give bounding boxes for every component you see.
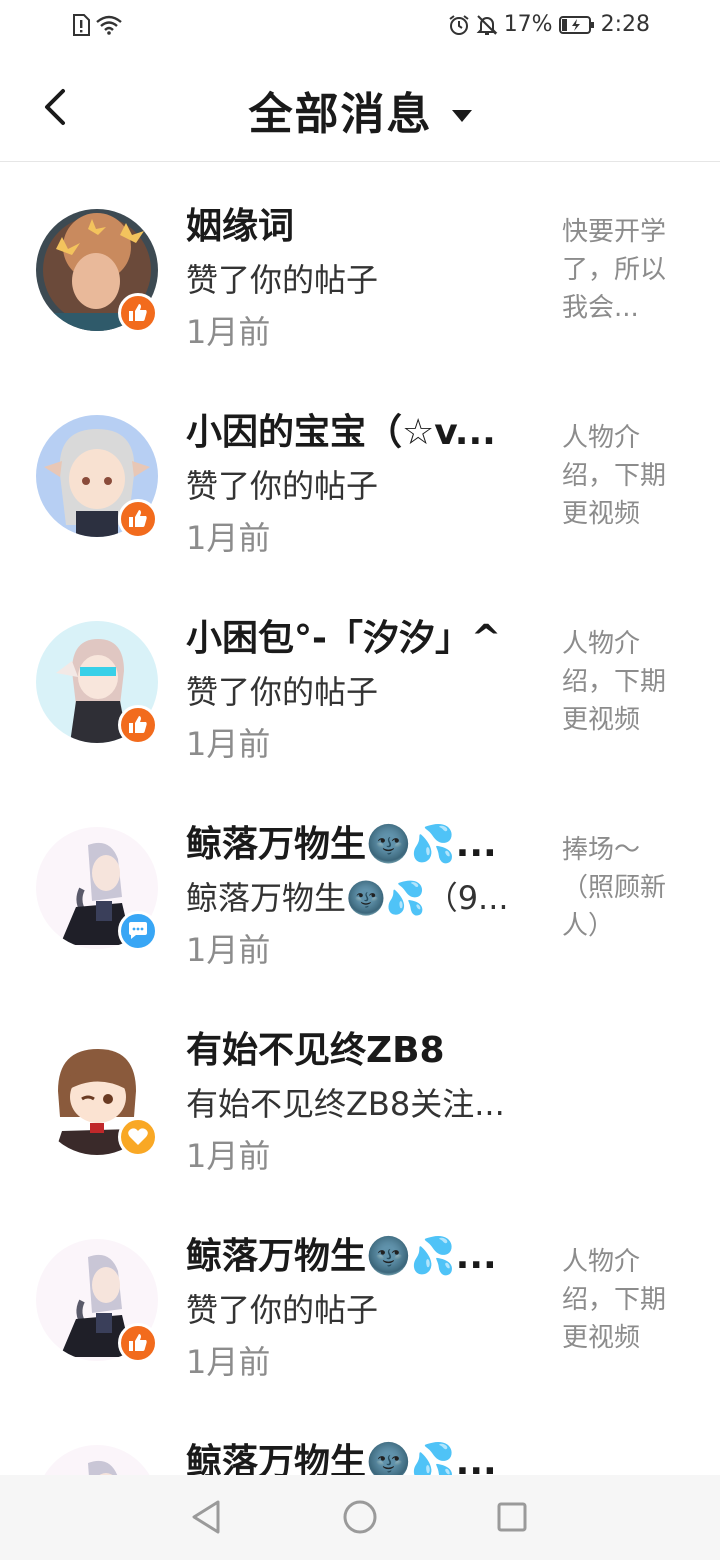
message-item[interactable]: 小因的宝宝（☆v... 赞了你的帖子 1月前 人物介绍，下期更视频: [0, 369, 720, 575]
timestamp: 1月前: [186, 1343, 271, 1381]
status-bar: 17% 2:28: [0, 0, 720, 56]
comment-badge: [118, 911, 158, 951]
timestamp: 1月前: [186, 725, 271, 763]
post-preview[interactable]: 人物介绍，下期更视频: [562, 625, 686, 739]
battery-percent: 17%: [503, 12, 553, 37]
title-dropdown[interactable]: 全部消息: [0, 78, 720, 142]
wifi-icon: [96, 15, 122, 35]
chat-bubble-icon: [129, 922, 147, 939]
mute-bell-icon: [476, 14, 498, 36]
like-badge: [118, 705, 158, 745]
sender-name: 小困包°-「汐汐」^: [186, 618, 502, 659]
sender-name: 鲸落万物生🌚💦...: [186, 1442, 497, 1475]
avatar[interactable]: [36, 1445, 158, 1475]
timestamp: 1月前: [186, 1137, 271, 1175]
battery-charging-icon: [558, 15, 595, 35]
action-text: 赞了你的帖子: [186, 673, 379, 711]
post-preview[interactable]: 人物介绍，下期更视频: [562, 419, 686, 533]
sender-name: 姻缘词: [186, 206, 295, 247]
thumbs-up-icon: [129, 1334, 147, 1351]
post-preview[interactable]: 人物介绍，下期更视频: [562, 1243, 686, 1357]
like-badge: [118, 499, 158, 539]
sender-name: 有始不见终ZB8: [186, 1030, 445, 1071]
post-preview[interactable]: 快要开学了，所以我会...: [562, 213, 686, 327]
back-triangle-icon: [192, 1500, 220, 1534]
action-text: 赞了你的帖子: [186, 467, 379, 505]
action-text: 鲸落万物生🌚💦（9...: [186, 879, 509, 917]
system-nav-bar: [0, 1475, 720, 1560]
message-item[interactable]: 鲸落万物生🌚💦... 赞了你的帖子 1月前 人物介绍，下期更视频: [0, 1193, 720, 1399]
status-left: [72, 14, 122, 36]
heart-icon: [128, 1128, 148, 1145]
clock: 2:28: [600, 12, 650, 37]
like-badge: [118, 293, 158, 333]
timestamp: 1月前: [186, 519, 271, 557]
nav-home-button[interactable]: [340, 1497, 380, 1537]
thumbs-up-icon: [129, 304, 147, 321]
message-list: 姻缘词 赞了你的帖子 1月前 快要开学了，所以我会... 小因的宝宝（☆v...…: [0, 163, 720, 1475]
sender-name: 鲸落万物生🌚💦...: [186, 1236, 497, 1277]
sender-name: 小因的宝宝（☆v...: [186, 412, 496, 453]
action-text: 有始不见终ZB8关注...: [186, 1085, 505, 1123]
nav-back-button[interactable]: [186, 1497, 226, 1537]
thumbs-up-icon: [129, 510, 147, 527]
message-item[interactable]: 姻缘词 赞了你的帖子 1月前 快要开学了，所以我会...: [0, 163, 720, 369]
timestamp: 1月前: [186, 931, 271, 969]
message-item[interactable]: 有始不见终ZB8 有始不见终ZB8关注... 1月前: [0, 987, 720, 1193]
triangle-down-icon: [451, 109, 472, 128]
message-item[interactable]: 鲸落万物生🌚💦... 鲸落万物生🌚💦（9... 1月前 捧场～（照顾新人）: [0, 781, 720, 987]
action-text: 赞了你的帖子: [186, 1291, 379, 1329]
sender-name: 鲸落万物生🌚💦...: [186, 824, 497, 865]
header: 全部消息: [0, 56, 720, 162]
recents-square-icon: [497, 1502, 527, 1532]
nav-recents-button[interactable]: [492, 1497, 532, 1537]
message-item[interactable]: 小困包°-「汐汐」^ 赞了你的帖子 1月前 人物介绍，下期更视频: [0, 575, 720, 781]
timestamp: 1月前: [186, 313, 271, 351]
status-right: 17% 2:28: [448, 12, 650, 37]
like-badge: [118, 1323, 158, 1363]
follow-badge: [118, 1117, 158, 1157]
post-preview[interactable]: 捧场～（照顾新人）: [562, 831, 686, 945]
action-text: 赞了你的帖子: [186, 261, 379, 299]
alarm-icon: [448, 14, 470, 36]
thumbs-up-icon: [129, 716, 147, 733]
message-item[interactable]: 鲸落万物生🌚💦...: [0, 1399, 720, 1475]
sim-alert-icon: [72, 14, 90, 36]
page-title: 全部消息: [248, 89, 433, 140]
home-circle-icon: [343, 1500, 377, 1534]
